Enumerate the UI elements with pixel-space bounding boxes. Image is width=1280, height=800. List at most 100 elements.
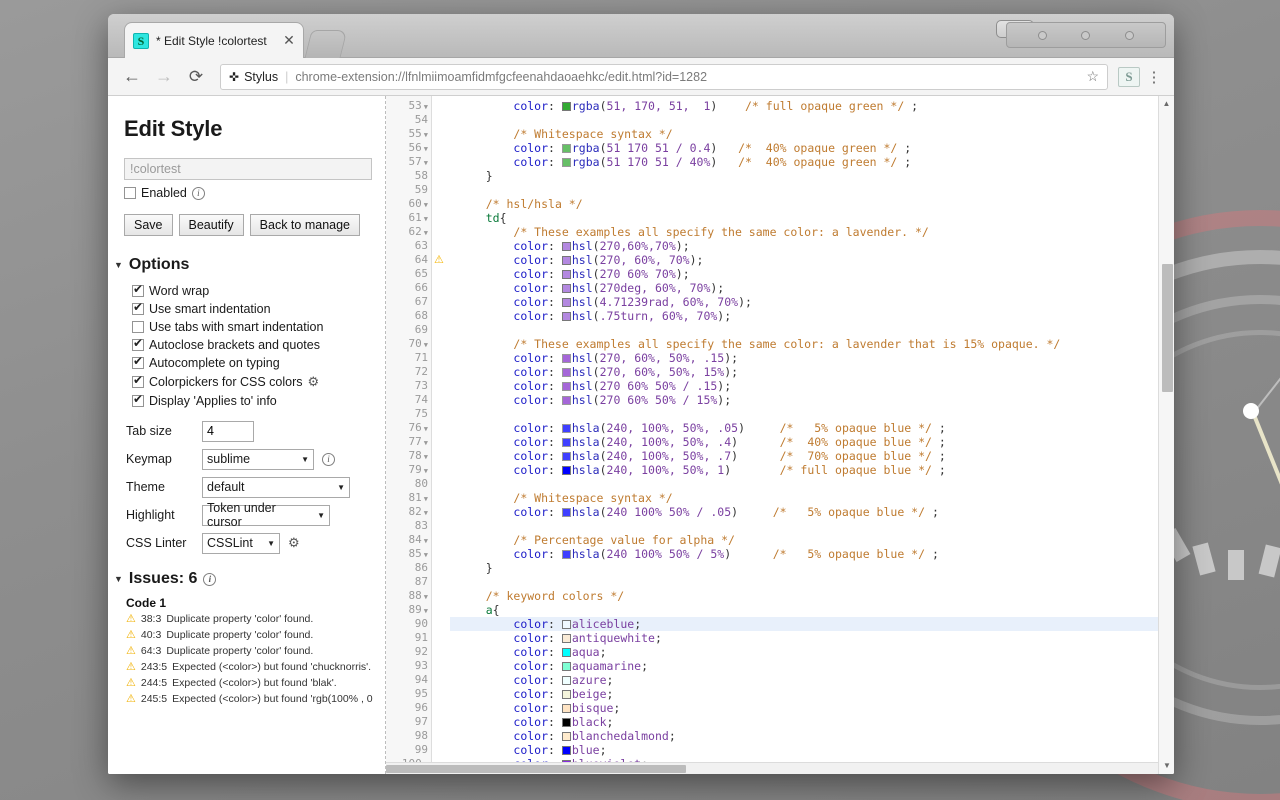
line-number[interactable]: 77▼ xyxy=(386,435,431,449)
code-line[interactable]: color: antiquewhite; xyxy=(450,631,1174,645)
color-swatch[interactable] xyxy=(562,704,571,713)
option-checkbox[interactable] xyxy=(132,285,144,297)
issue-item[interactable]: ⚠64:3Duplicate property 'color' found. xyxy=(126,645,385,658)
fold-arrow-icon[interactable]: ▼ xyxy=(424,537,428,545)
code-line[interactable]: color: aquamarine; xyxy=(450,659,1174,673)
tab-size-input[interactable] xyxy=(202,421,254,442)
line-number[interactable]: 91 xyxy=(386,631,431,645)
address-bar[interactable]: ✜ Stylus | chrome-extension://lfnlmiimoa… xyxy=(220,64,1108,90)
line-number[interactable]: 98 xyxy=(386,729,431,743)
issue-item[interactable]: ⚠40:3Duplicate property 'color' found. xyxy=(126,629,385,642)
editor-vertical-scrollbar[interactable]: ▲ ▼ xyxy=(1158,96,1174,774)
code-line[interactable]: color: bisque; xyxy=(450,701,1174,715)
line-number[interactable]: 85▼ xyxy=(386,547,431,561)
option-row[interactable]: Autoclose brackets and quotes xyxy=(132,338,385,352)
option-row[interactable]: Colorpickers for CSS colors⚙ xyxy=(132,374,385,390)
color-swatch-alpha[interactable] xyxy=(562,158,571,167)
color-swatch[interactable] xyxy=(562,312,571,321)
back-to-manage-button[interactable]: Back to manage xyxy=(250,214,360,236)
color-swatch[interactable] xyxy=(562,242,571,251)
line-number[interactable]: 97 xyxy=(386,715,431,729)
issue-item[interactable]: ⚠243:5Expected (<color>) but found 'chuc… xyxy=(126,661,385,674)
line-number[interactable]: 96 xyxy=(386,701,431,715)
color-swatch[interactable] xyxy=(562,466,571,475)
line-number[interactable]: 92 xyxy=(386,645,431,659)
line-number[interactable]: 82▼ xyxy=(386,505,431,519)
line-number[interactable]: 78▼ xyxy=(386,449,431,463)
code-line[interactable]: td{ xyxy=(450,211,1174,225)
close-tab-icon[interactable]: ✕ xyxy=(281,33,297,49)
line-number[interactable]: 89▼ xyxy=(386,603,431,617)
code-line[interactable]: color: blanchedalmond; xyxy=(450,729,1174,743)
color-swatch[interactable] xyxy=(562,634,571,643)
line-number[interactable]: 86 xyxy=(386,561,431,575)
color-swatch[interactable] xyxy=(562,284,571,293)
line-number[interactable]: 58 xyxy=(386,169,431,183)
scroll-down-arrow[interactable]: ▼ xyxy=(1159,758,1174,774)
fold-arrow-icon[interactable]: ▼ xyxy=(424,215,428,223)
scroll-up-arrow[interactable]: ▲ xyxy=(1159,96,1174,112)
color-swatch[interactable] xyxy=(562,732,571,741)
keymap-select[interactable]: sublime xyxy=(202,449,314,470)
lint-warning-icon[interactable]: ⚠ xyxy=(434,253,444,267)
color-swatch[interactable] xyxy=(562,676,571,685)
code-line[interactable]: /* Whitespace syntax */ xyxy=(450,127,1174,141)
fold-arrow-icon[interactable]: ▼ xyxy=(424,425,428,433)
color-swatch-alpha[interactable] xyxy=(562,452,571,461)
line-number[interactable]: 99 xyxy=(386,743,431,757)
line-number[interactable]: 57▼ xyxy=(386,155,431,169)
line-number[interactable]: 56▼ xyxy=(386,141,431,155)
line-number[interactable]: 95 xyxy=(386,687,431,701)
color-swatch-alpha[interactable] xyxy=(562,550,571,559)
line-number[interactable]: 88▼ xyxy=(386,589,431,603)
issue-item[interactable]: ⚠38:3Duplicate property 'color' found. xyxy=(126,613,385,626)
code-line[interactable]: } xyxy=(450,169,1174,183)
color-swatch-alpha[interactable] xyxy=(562,508,571,517)
line-number[interactable]: 80 xyxy=(386,477,431,491)
line-number[interactable]: 94 xyxy=(386,673,431,687)
option-checkbox[interactable] xyxy=(132,357,144,369)
code-line[interactable]: color: aqua; xyxy=(450,645,1174,659)
code-line[interactable]: color: rgba(51 170 51 / 0.4) /* 40% opaq… xyxy=(450,141,1174,155)
minimize-button[interactable] xyxy=(1038,31,1047,40)
browser-tab-edit-style[interactable]: S * Edit Style !colortest ✕ xyxy=(124,22,304,58)
line-number[interactable]: 54 xyxy=(386,113,431,127)
option-checkbox[interactable] xyxy=(132,339,144,351)
line-number[interactable]: 60▼ xyxy=(386,197,431,211)
line-number[interactable]: 79▼ xyxy=(386,463,431,477)
line-number[interactable]: 59 xyxy=(386,183,431,197)
options-section-header[interactable]: ▼ Options xyxy=(124,256,385,274)
code-line[interactable] xyxy=(450,113,1174,127)
code-line[interactable]: color: hsl(270,60%,70%); xyxy=(450,239,1174,253)
enabled-info-icon[interactable]: i xyxy=(192,187,205,200)
code-line[interactable]: color: hsla(240, 100%, 50%, .4) /* 40% o… xyxy=(450,435,1174,449)
line-number[interactable]: 76▼ xyxy=(386,421,431,435)
code-line[interactable]: color: hsla(240 100% 50% / .05) /* 5% op… xyxy=(450,505,1174,519)
code-line[interactable]: color: hsl(270, 60%, 50%, .15); xyxy=(450,351,1174,365)
color-swatch[interactable] xyxy=(562,690,571,699)
line-number[interactable]: 70▼ xyxy=(386,337,431,351)
fold-arrow-icon[interactable]: ▼ xyxy=(424,551,428,559)
code-line[interactable]: color: beige; xyxy=(450,687,1174,701)
fold-arrow-icon[interactable]: ▼ xyxy=(424,467,428,475)
color-swatch[interactable] xyxy=(562,256,571,265)
keymap-info-icon[interactable]: i xyxy=(322,453,335,466)
code-line[interactable]: a{ xyxy=(450,603,1174,617)
highlight-select[interactable]: Token under cursor xyxy=(202,505,330,526)
fold-arrow-icon[interactable]: ▼ xyxy=(424,159,428,167)
line-number[interactable]: 81▼ xyxy=(386,491,431,505)
scrollbar-thumb[interactable] xyxy=(1162,264,1173,392)
code-line[interactable] xyxy=(450,407,1174,421)
color-swatch-alpha[interactable] xyxy=(562,424,571,433)
new-tab-button[interactable] xyxy=(305,30,348,58)
option-row[interactable]: Display 'Applies to' info xyxy=(132,394,385,408)
code-line[interactable]: /* Percentage value for alpha */ xyxy=(450,533,1174,547)
fold-arrow-icon[interactable]: ▼ xyxy=(424,341,428,349)
line-number[interactable]: 61▼ xyxy=(386,211,431,225)
fold-arrow-icon[interactable]: ▼ xyxy=(424,453,428,461)
code-line[interactable]: color: hsl(4.71239rad, 60%, 70%); xyxy=(450,295,1174,309)
code-line[interactable]: color: hsla(240, 100%, 50%, .7) /* 70% o… xyxy=(450,449,1174,463)
issues-section-header[interactable]: ▼ Issues: 6 i xyxy=(124,570,385,588)
color-swatch-alpha[interactable] xyxy=(562,382,571,391)
line-number[interactable]: 67 xyxy=(386,295,431,309)
